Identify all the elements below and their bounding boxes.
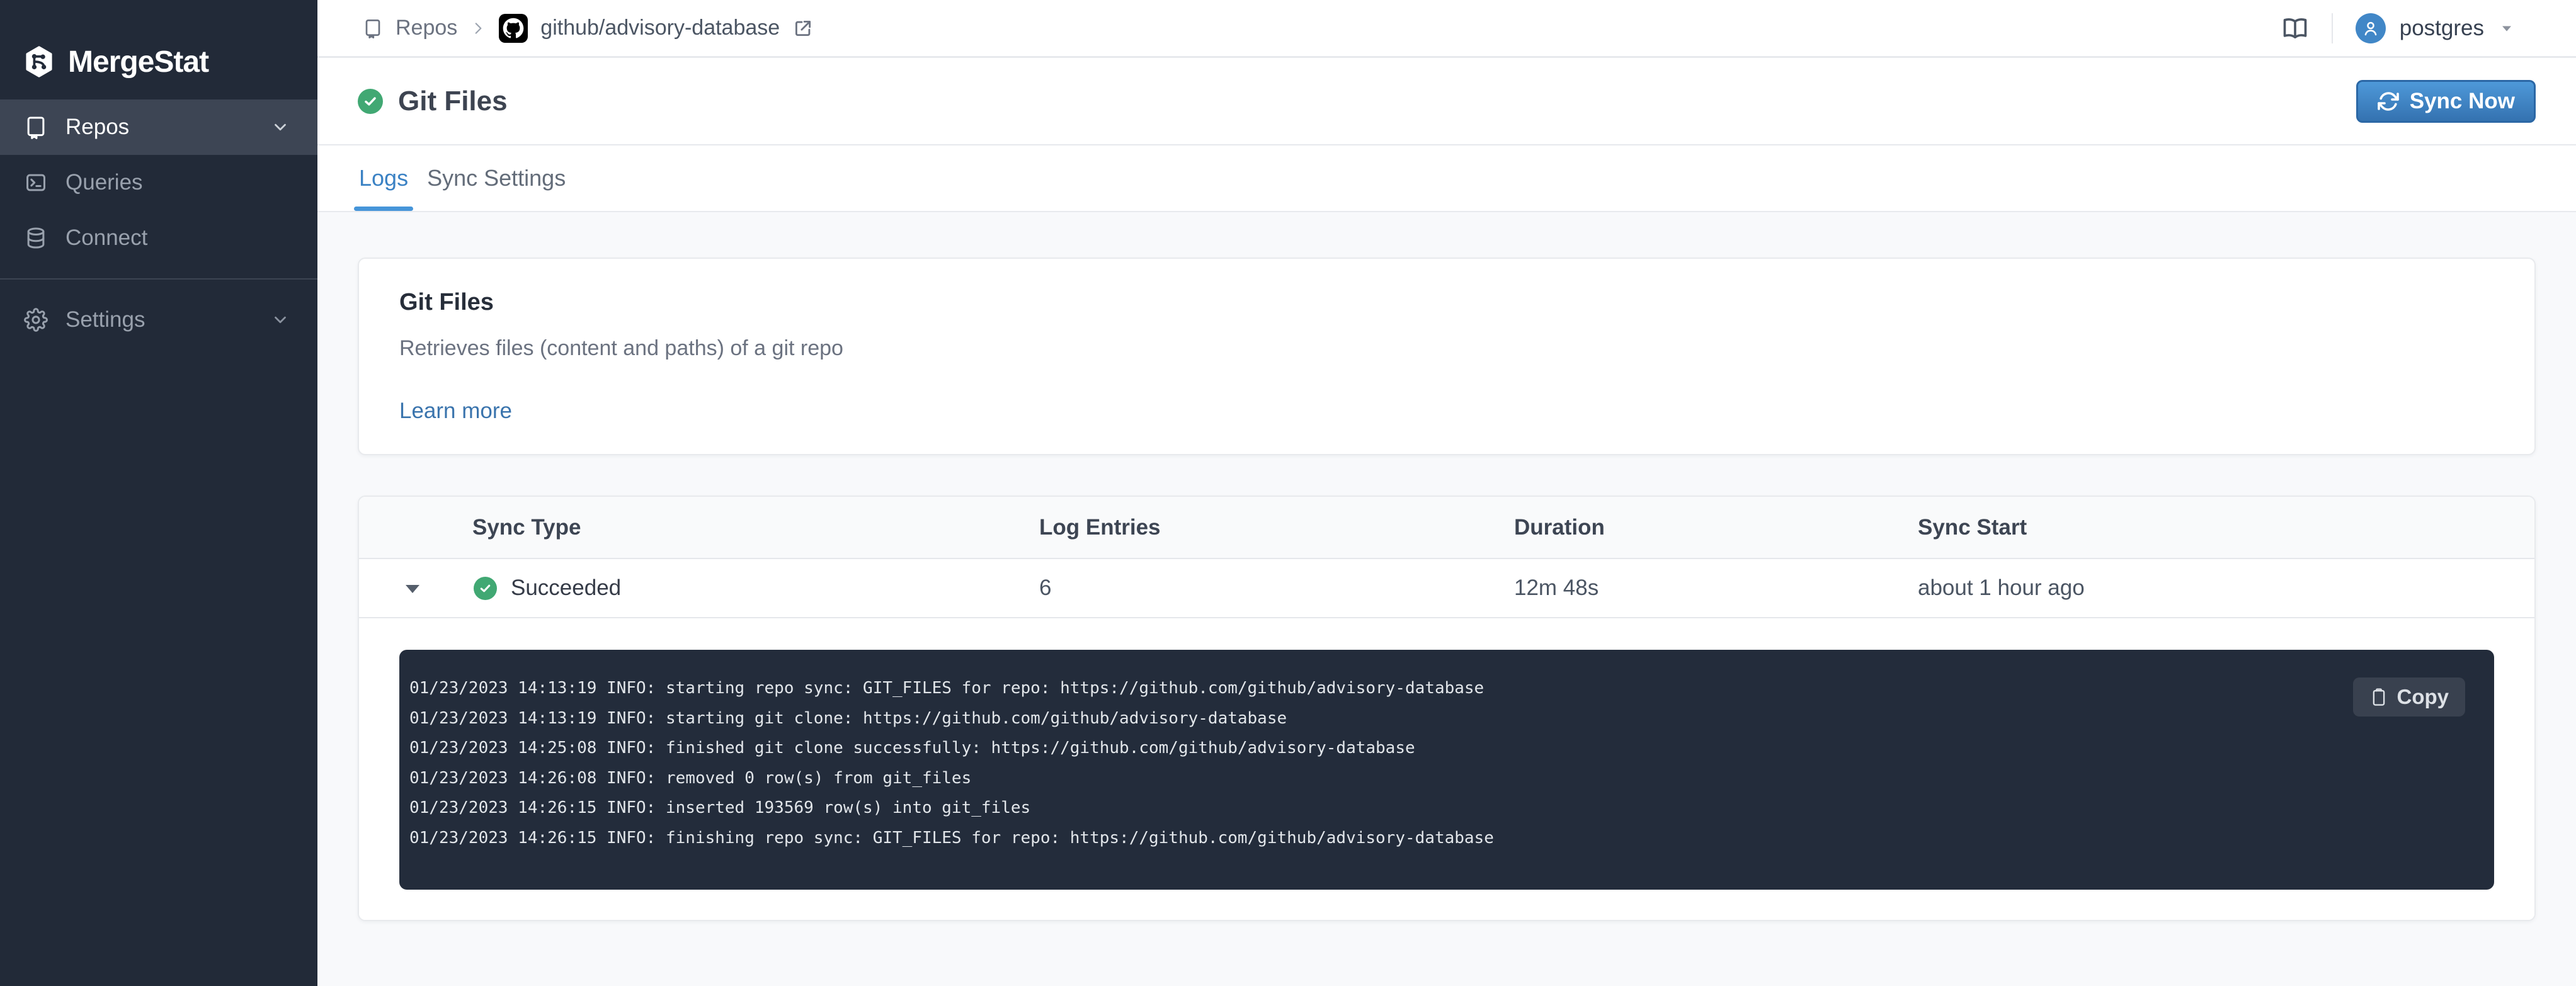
log-line: 01/23/2023 14:26:15 INFO: finishing repo… (409, 828, 1494, 847)
duration-value: 12m 48s (1514, 575, 1599, 600)
mergestat-logo-icon (23, 45, 55, 78)
log-output: Copy 01/23/2023 14:13:19 INFO: starting … (399, 650, 2494, 890)
tab-label: Sync Settings (427, 165, 566, 191)
log-line: 01/23/2023 14:26:08 INFO: removed 0 row(… (409, 768, 972, 788)
learn-more-link[interactable]: Learn more (399, 397, 512, 425)
mergestat-logo[interactable]: MergeStat (0, 0, 317, 99)
table-row[interactable]: Succeeded 6 12m 48s about 1 hour ago (359, 559, 2534, 618)
tab-bar: Logs Sync Settings (317, 145, 2576, 212)
breadcrumb: Repos github/advisory-database (363, 13, 814, 43)
check-circle-icon (474, 576, 497, 600)
database-icon (24, 226, 48, 250)
topbar-right: postgres (2281, 13, 2516, 43)
tab-logs[interactable]: Logs (354, 145, 414, 211)
expand-caret-icon[interactable] (406, 585, 419, 593)
column-header-sync-type: Sync Type (472, 514, 581, 540)
chevron-down-icon (271, 118, 290, 137)
chevron-down-icon (271, 310, 290, 329)
sidebar-nav: Repos Queries Connect Settings (0, 99, 317, 348)
info-card-title: Git Files (399, 289, 494, 315)
caret-down-icon (2498, 20, 2516, 37)
gear-icon (24, 308, 48, 332)
column-header-sync-start: Sync Start (1918, 514, 2027, 540)
terminal-icon (24, 171, 48, 195)
info-card-description: Retrieves files (content and paths) of a… (399, 336, 843, 360)
log-section: Copy 01/23/2023 14:13:19 INFO: starting … (359, 618, 2534, 920)
log-line: 01/23/2023 14:25:08 INFO: finished git c… (409, 739, 1415, 757)
sync-start-value: about 1 hour ago (1918, 575, 2085, 600)
breadcrumb-repos-link[interactable]: Repos (396, 16, 457, 40)
copy-button-label: Copy (2396, 685, 2449, 708)
tab-label: Logs (359, 165, 409, 191)
topbar-divider (2331, 13, 2333, 43)
page-title-wrap: Git Files (358, 86, 508, 117)
user-menu[interactable]: postgres (2355, 13, 2516, 43)
sync-info-card: Git Files Retrieves files (content and p… (358, 258, 2536, 455)
sidebar-item-settings[interactable]: Settings (0, 292, 317, 348)
sync-now-button[interactable]: Sync Now (2356, 79, 2536, 123)
sidebar-item-label: Queries (66, 170, 143, 195)
external-link-icon[interactable] (792, 18, 814, 39)
log-line: 01/23/2023 14:13:19 INFO: starting repo … (409, 679, 1485, 698)
chevron-right-icon (470, 20, 486, 37)
open-book-icon[interactable] (2281, 14, 2309, 42)
log-line: 01/23/2023 14:13:19 INFO: starting git c… (409, 708, 1287, 728)
main-column: Repos github/advisory-database postgres … (317, 0, 2576, 986)
sidebar-item-repos[interactable]: Repos (0, 99, 317, 155)
github-avatar (499, 13, 528, 43)
sidebar-item-label: Settings (66, 307, 145, 332)
book-icon (363, 18, 383, 38)
sidebar-item-connect[interactable]: Connect (0, 210, 317, 266)
book-icon (24, 115, 48, 139)
sidebar-item-label: Repos (66, 115, 130, 139)
table-header-row: Sync Type Log Entries Duration Sync Star… (359, 497, 2534, 559)
user-name: postgres (2399, 15, 2484, 40)
column-header-duration: Duration (1514, 514, 1605, 540)
content: Git Files Retrieves files (content and p… (317, 212, 2576, 986)
page-title: Git Files (398, 85, 508, 116)
log-line: 01/23/2023 14:26:15 INFO: inserted 19356… (409, 798, 1031, 817)
sync-status-cell: Succeeded (359, 575, 1039, 601)
copy-button[interactable]: Copy (2352, 677, 2465, 717)
sync-logs-table: Sync Type Log Entries Duration Sync Star… (358, 496, 2536, 921)
breadcrumb-repo-link[interactable]: github/advisory-database (540, 16, 780, 40)
log-entries-value: 6 (1039, 575, 1052, 600)
sync-icon (2377, 90, 2400, 113)
sync-success-icon (358, 88, 383, 114)
topbar: Repos github/advisory-database postgres (317, 0, 2576, 58)
sidebar-item-queries[interactable]: Queries (0, 155, 317, 210)
clipboard-icon (2369, 688, 2388, 706)
sidebar-divider (0, 278, 317, 280)
sidebar: MergeStat Repos Queries Connect Settings (0, 0, 317, 986)
sync-status: Succeeded (511, 575, 622, 600)
tab-sync-settings[interactable]: Sync Settings (422, 145, 571, 211)
mergestat-logo-text: MergeStat (68, 45, 209, 79)
page-header: Git Files Sync Now (317, 58, 2576, 145)
sync-now-label: Sync Now (2409, 88, 2515, 113)
user-avatar-icon (2355, 13, 2386, 43)
sidebar-item-label: Connect (66, 225, 148, 250)
column-header-log-entries: Log Entries (1039, 514, 1161, 540)
